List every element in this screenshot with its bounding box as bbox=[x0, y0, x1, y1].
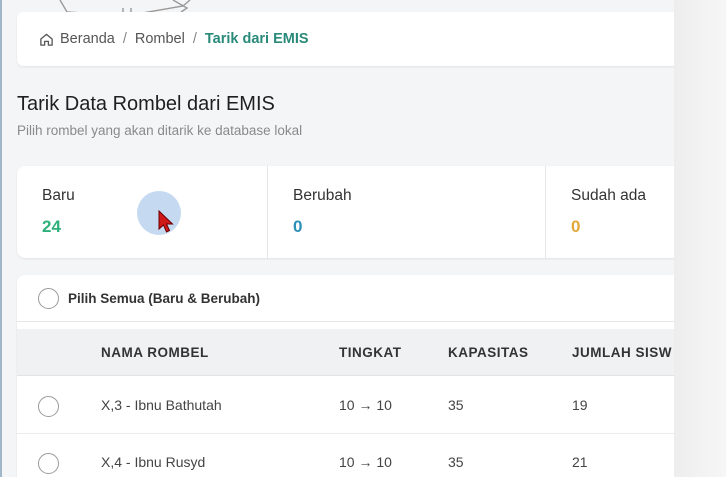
cell-nama-rombel: X,3 - Ibnu Bathutah bbox=[101, 397, 222, 413]
table-header: NAMA ROMBEL TINGKAT KAPASITAS JUMLAH SIS… bbox=[17, 329, 682, 376]
stat-value: 0 bbox=[571, 217, 581, 236]
select-all-row[interactable]: Pilih Semua (Baru & Berubah) bbox=[17, 275, 682, 322]
stat-label: Sudah ada bbox=[571, 187, 646, 204]
summary-stats: Baru 24 Berubah 0 Sudah ada 0 bbox=[17, 166, 682, 258]
breadcrumb: Beranda / Rombel / Tarik dari EMIS bbox=[17, 12, 682, 66]
row-checkbox[interactable] bbox=[38, 396, 59, 417]
header-jumlah-siswa: JUMLAH SISW bbox=[572, 345, 672, 360]
rombel-table: Pilih Semua (Baru & Berubah) NAMA ROMBEL… bbox=[17, 275, 682, 477]
table-row: X,3 - Ibnu Bathutah 10 → 10 35 19 bbox=[17, 377, 682, 434]
page-title: Tarik Data Rombel dari EMIS bbox=[17, 93, 275, 115]
left-edge-rule bbox=[0, 0, 2, 477]
page-subtitle: Pilih rombel yang akan ditarik ke databa… bbox=[17, 123, 303, 138]
breadcrumb-rombel[interactable]: Rombel bbox=[135, 31, 185, 47]
breadcrumb-separator: / bbox=[122, 31, 127, 47]
mouse-pointer-icon bbox=[158, 210, 174, 233]
header-kapasitas: KAPASITAS bbox=[448, 345, 529, 360]
home-icon bbox=[39, 32, 54, 47]
stat-label: Berubah bbox=[293, 187, 352, 204]
cell-jumlah-siswa: 19 bbox=[572, 397, 588, 413]
cell-kapasitas: 35 bbox=[448, 454, 464, 470]
cell-tingkat: 10 → 10 bbox=[339, 454, 392, 470]
breadcrumb-beranda[interactable]: Beranda bbox=[60, 31, 115, 47]
cell-tingkat: 10 → 10 bbox=[339, 397, 392, 413]
cell-kapasitas: 35 bbox=[448, 397, 464, 413]
breadcrumb-current: Tarik dari EMIS bbox=[204, 31, 309, 47]
right-edge-overflow bbox=[674, 0, 726, 477]
breadcrumb-separator: / bbox=[192, 31, 197, 47]
cell-jumlah-siswa: 21 bbox=[572, 454, 588, 470]
cell-nama-rombel: X,4 - Ibnu Rusyd bbox=[101, 454, 206, 470]
select-all-label: Pilih Semua (Baru & Berubah) bbox=[68, 290, 261, 306]
header-tingkat: TINGKAT bbox=[339, 345, 402, 360]
stat-sudah-ada: Sudah ada 0 bbox=[545, 166, 682, 258]
stat-berubah: Berubah 0 bbox=[267, 166, 545, 258]
stat-value: 0 bbox=[293, 217, 303, 236]
table-row: X,4 - Ibnu Rusyd 10 → 10 35 21 bbox=[17, 434, 682, 477]
header-nama-rombel: NAMA ROMBEL bbox=[101, 345, 209, 360]
select-all-checkbox[interactable] bbox=[38, 287, 59, 309]
row-checkbox[interactable] bbox=[38, 453, 59, 474]
